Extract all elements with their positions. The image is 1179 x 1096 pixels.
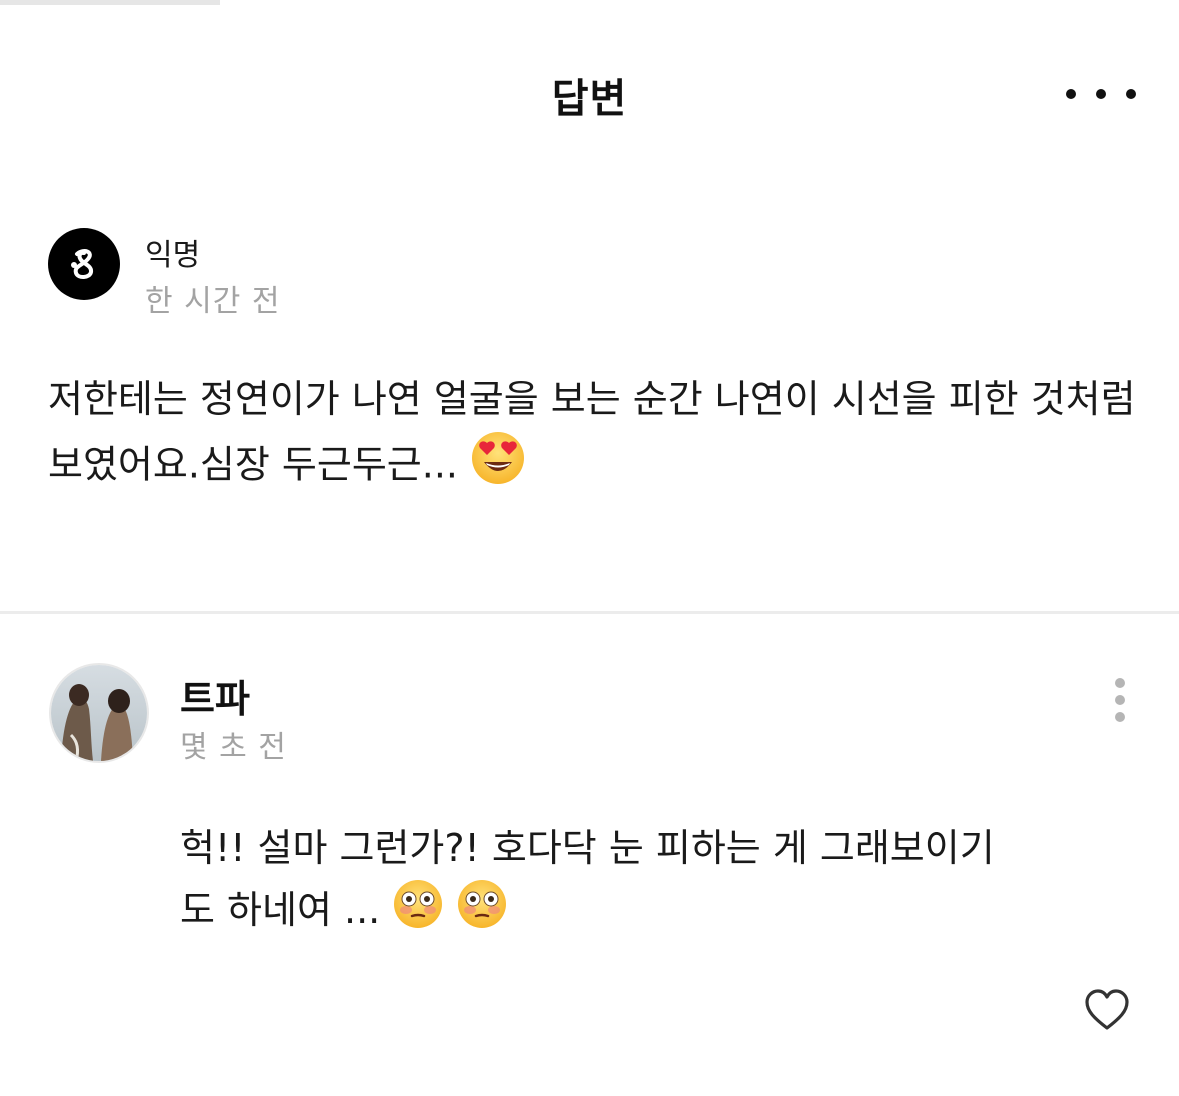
- dot: [1126, 89, 1136, 99]
- more-vertical-icon[interactable]: [1108, 678, 1132, 722]
- flushed-face-emoji: [456, 878, 508, 947]
- dot: [1115, 695, 1125, 705]
- heart-eyes-emoji: [470, 430, 526, 504]
- question-text: 저한테는 정연이가 나연 얼굴을 보는 순간 나연이 시선을 피한 것처럼 보였…: [48, 377, 1136, 487]
- anonymous-avatar[interactable]: [48, 228, 120, 300]
- dot: [1115, 678, 1125, 688]
- dot: [1115, 712, 1125, 722]
- avatar[interactable]: [49, 663, 149, 763]
- header: 답변: [0, 0, 1179, 190]
- heart-outline-icon[interactable]: [1084, 988, 1130, 1032]
- anonymous-logo-icon: [71, 249, 94, 279]
- reply-timestamp: 몇 초 전: [180, 730, 287, 765]
- question-timestamp: 한 시간 전: [145, 284, 281, 319]
- more-horizontal-icon[interactable]: [1066, 76, 1136, 112]
- divider: [0, 611, 1179, 614]
- reply-author[interactable]: 트파: [180, 668, 250, 723]
- reply-text: 헉!! 설마 그런가?! 호다닥 눈 피하는 게 그래보이기도 하네여 ...: [180, 826, 995, 932]
- page-title: 답변: [551, 76, 628, 122]
- dot: [1066, 89, 1076, 99]
- question-author: 익명: [145, 238, 201, 273]
- question-body: 저한테는 정연이가 나연 얼굴을 보는 순간 나연이 시선을 피한 것처럼 보였…: [48, 368, 1138, 504]
- dot: [1096, 89, 1106, 99]
- reply-body: 헉!! 설마 그런가?! 호다닥 눈 피하는 게 그래보이기도 하네여 ...: [180, 818, 1000, 947]
- flushed-face-emoji: [392, 878, 444, 947]
